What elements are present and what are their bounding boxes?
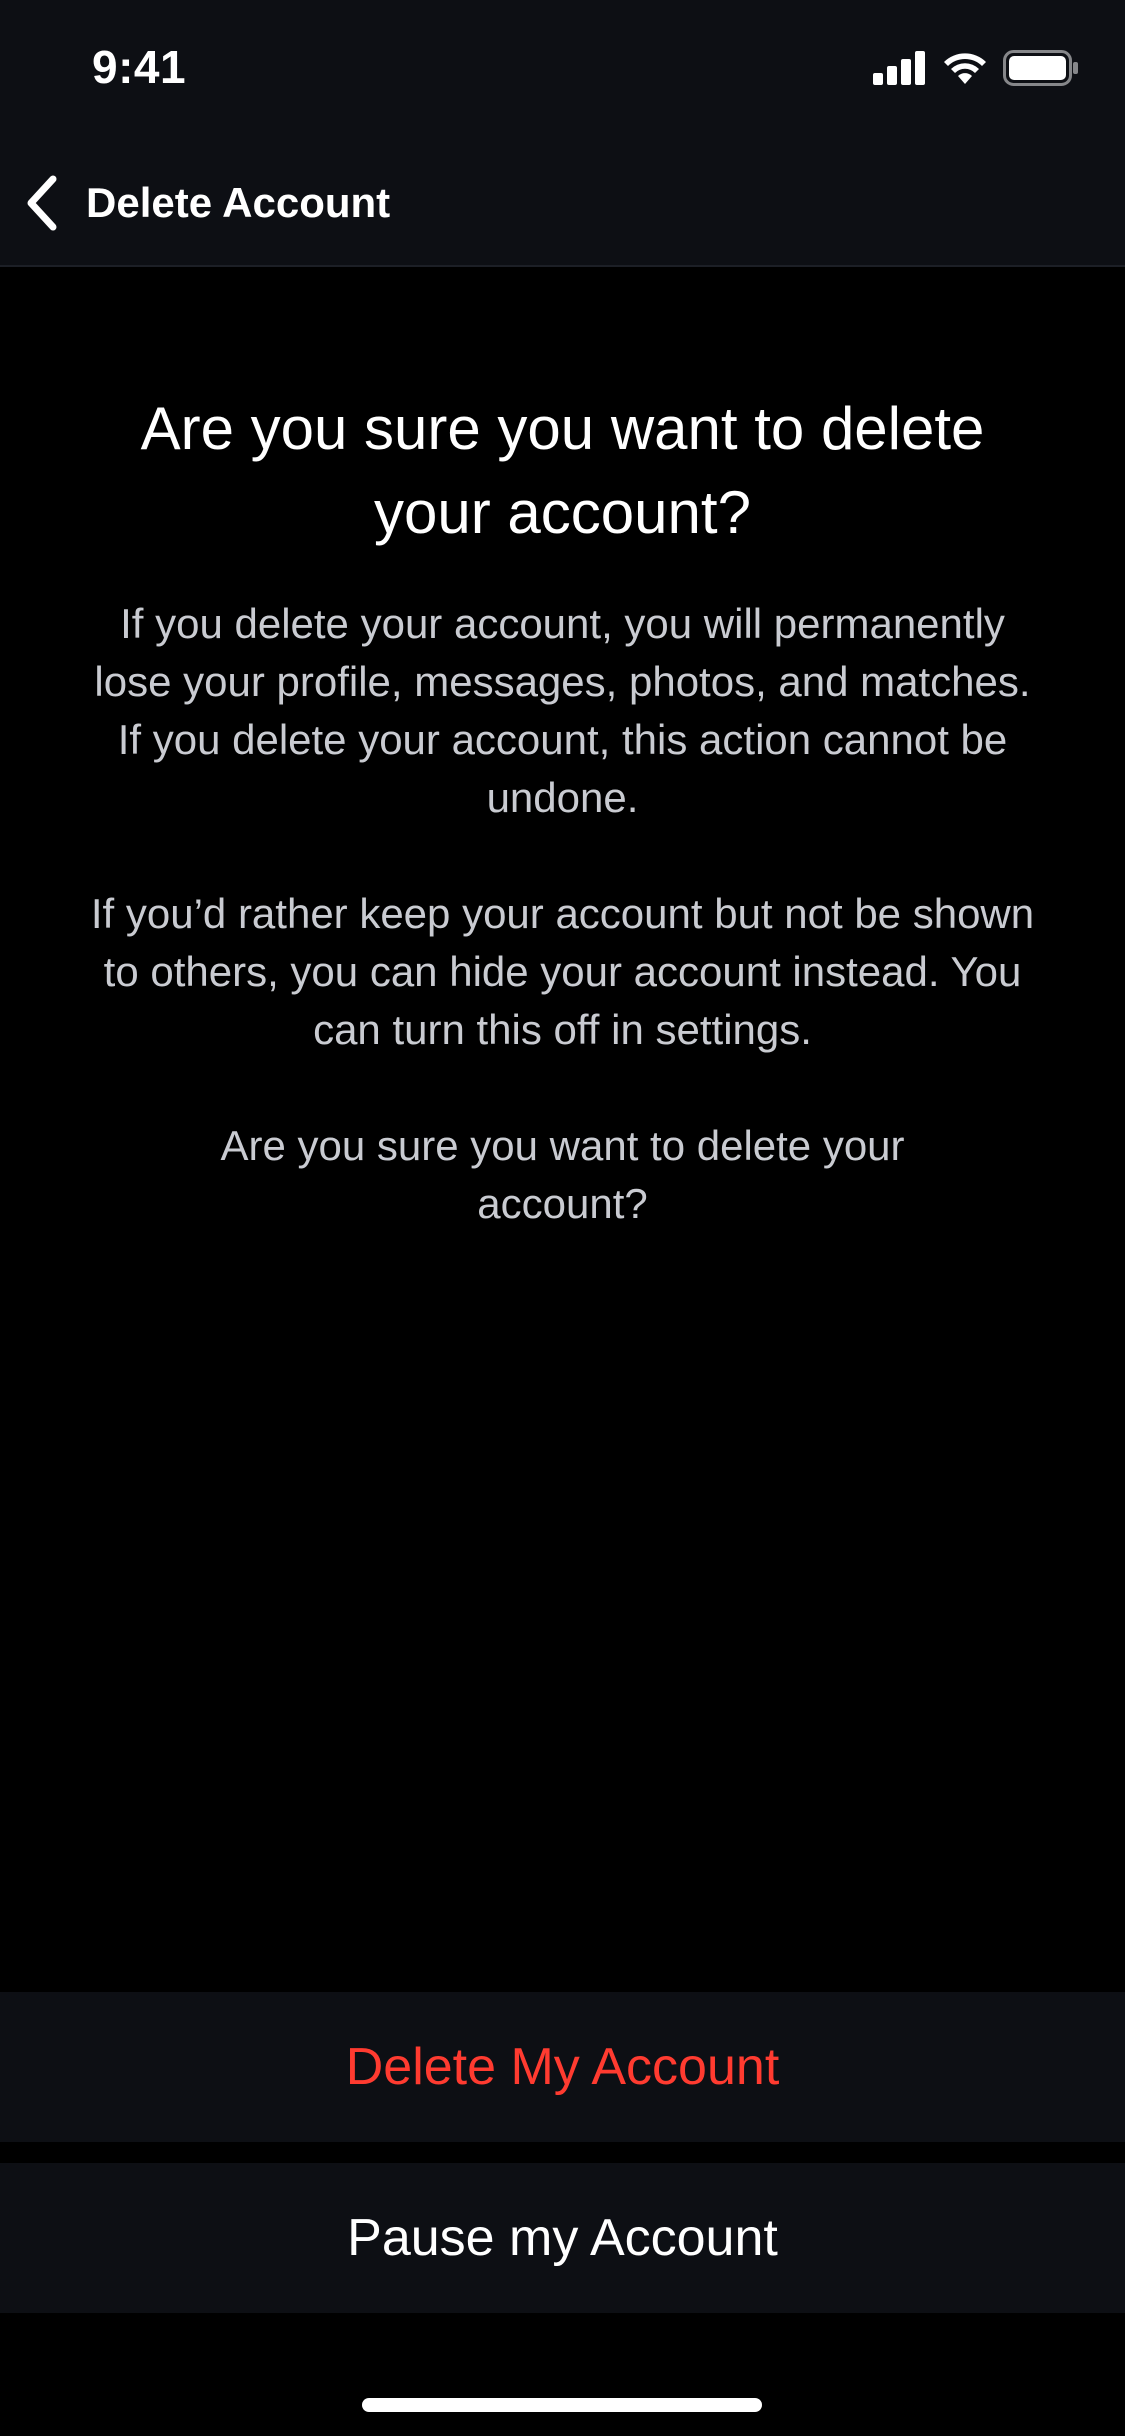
chevron-left-icon[interactable] <box>22 173 62 233</box>
hide-account-paragraph: If you’d rather keep your account but no… <box>90 890 1035 1053</box>
status-icons <box>873 49 1079 91</box>
back-button[interactable]: Delete Account <box>22 168 390 238</box>
pause-account-button[interactable]: Pause my Account <box>0 2163 1125 2313</box>
confirmation-headline: Are you sure you want to delete your acc… <box>140 395 985 546</box>
status-time: 9:41 <box>92 41 187 93</box>
cellular-signal-icon <box>873 50 927 90</box>
page-title: Delete Account <box>86 179 391 226</box>
battery-icon <box>1003 49 1079 91</box>
confirm-question: Are you sure you want to delete your acc… <box>220 1122 905 1227</box>
home-indicator <box>362 2398 762 2412</box>
status-bar: 9:41 <box>0 0 1125 140</box>
wifi-icon <box>941 50 989 91</box>
confirmation-content: Are you sure you want to delete your acc… <box>0 267 1125 1233</box>
warning-paragraph: If you delete your account, you will per… <box>94 600 1031 821</box>
navigation-bar: Delete Account <box>0 140 1125 267</box>
delete-account-button[interactable]: Delete My Account <box>0 1992 1125 2142</box>
